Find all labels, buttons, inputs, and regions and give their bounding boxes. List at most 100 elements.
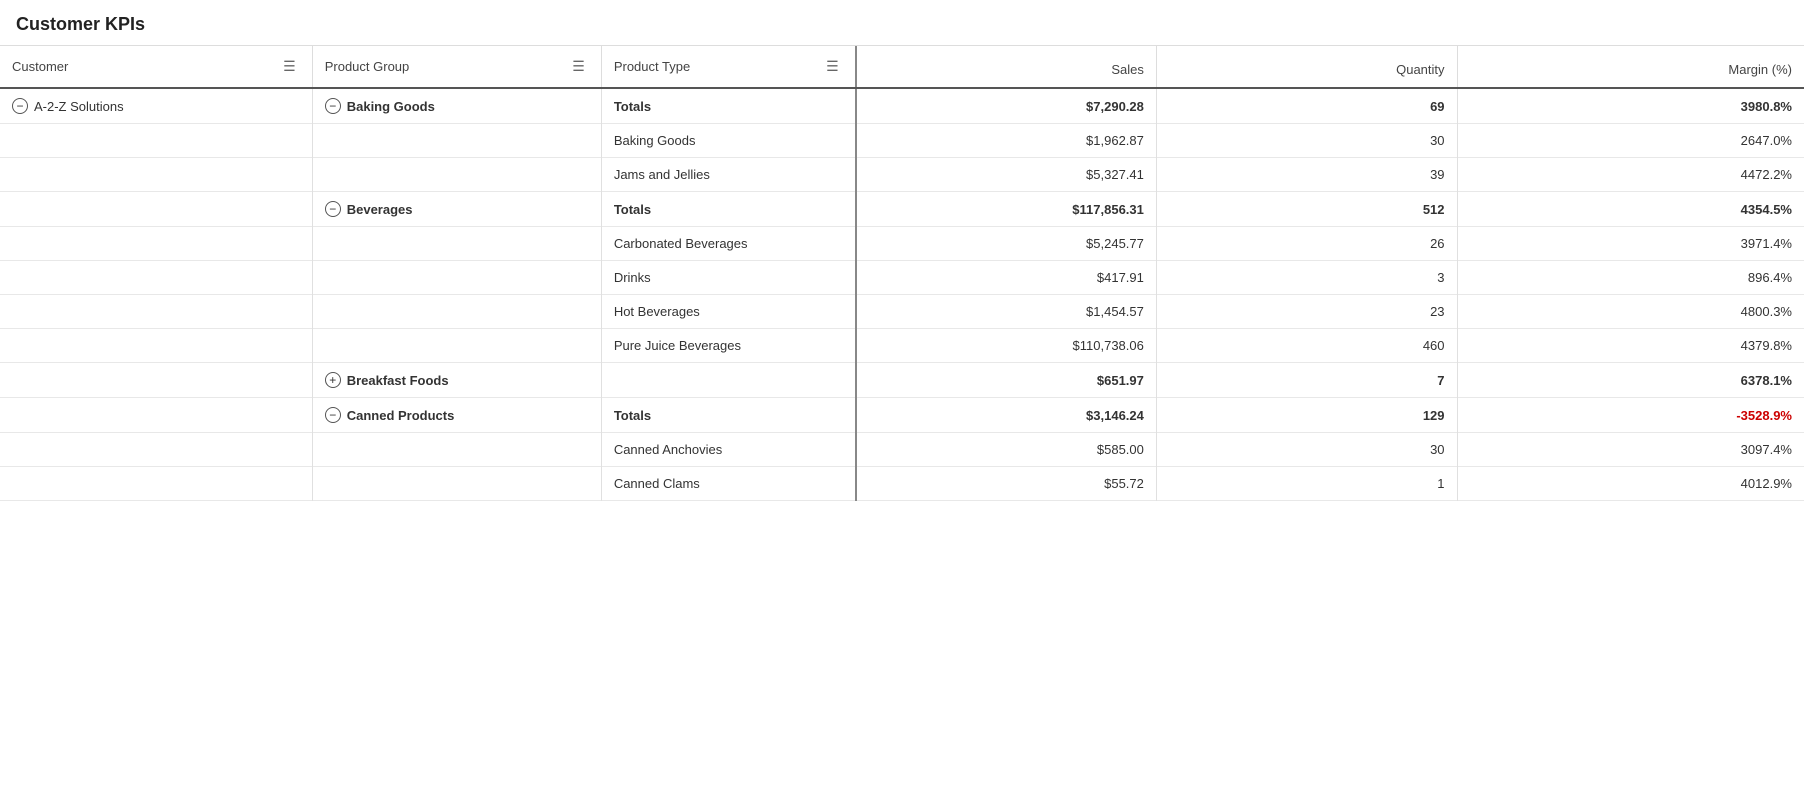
table-row: Carbonated Beverages$5,245.77263971.4%: [0, 227, 1804, 261]
cell-customer: [0, 124, 312, 158]
cell-product-group: [312, 433, 601, 467]
table-row: Canned Clams$55.7214012.9%: [0, 467, 1804, 501]
cell-product-type: Totals: [601, 398, 855, 433]
collapse-pg-icon[interactable]: −: [325, 407, 341, 423]
cell-quantity: 3: [1156, 261, 1457, 295]
product-group-name: Baking Goods: [347, 99, 435, 114]
cell-product-group: −Canned Products: [312, 398, 601, 433]
cell-sales: $3,146.24: [856, 398, 1157, 433]
customer-menu-icon[interactable]: ☰: [279, 56, 300, 77]
cell-product-group: −Baking Goods: [312, 88, 601, 124]
col-header-margin: Margin (%): [1457, 46, 1804, 88]
cell-quantity: 1: [1156, 467, 1457, 501]
cell-quantity: 7: [1156, 363, 1457, 398]
cell-product-group: −Beverages: [312, 192, 601, 227]
cell-customer: [0, 261, 312, 295]
cell-product-group: [312, 124, 601, 158]
cell-product-type: Baking Goods: [601, 124, 855, 158]
cell-sales: $110,738.06: [856, 329, 1157, 363]
cell-product-type: Totals: [601, 192, 855, 227]
col-header-sales: Sales: [856, 46, 1157, 88]
cell-quantity: 512: [1156, 192, 1457, 227]
cell-margin: 3971.4%: [1457, 227, 1804, 261]
cell-product-type: Hot Beverages: [601, 295, 855, 329]
cell-sales: $5,327.41: [856, 158, 1157, 192]
cell-quantity: 460: [1156, 329, 1457, 363]
cell-sales: $651.97: [856, 363, 1157, 398]
cell-customer: [0, 398, 312, 433]
table-row: −A-2-Z Solutions−Baking GoodsTotals$7,29…: [0, 88, 1804, 124]
cell-product-type: Canned Anchovies: [601, 433, 855, 467]
table-row: −BeveragesTotals$117,856.315124354.5%: [0, 192, 1804, 227]
cell-customer: [0, 295, 312, 329]
cell-margin: 4472.2%: [1457, 158, 1804, 192]
cell-margin: 3980.8%: [1457, 88, 1804, 124]
cell-product-group: [312, 261, 601, 295]
cell-product-type: Jams and Jellies: [601, 158, 855, 192]
cell-customer: [0, 227, 312, 261]
table-row: Drinks$417.913896.4%: [0, 261, 1804, 295]
cell-sales: $1,962.87: [856, 124, 1157, 158]
collapse-pg-icon[interactable]: −: [325, 201, 341, 217]
cell-sales: $5,245.77: [856, 227, 1157, 261]
cell-product-type: Pure Juice Beverages: [601, 329, 855, 363]
page-title: Customer KPIs: [0, 0, 1804, 45]
cell-customer: [0, 363, 312, 398]
cell-margin: 6378.1%: [1457, 363, 1804, 398]
cell-quantity: 30: [1156, 124, 1457, 158]
cell-sales: $585.00: [856, 433, 1157, 467]
cell-margin: -3528.9%: [1457, 398, 1804, 433]
cell-product-group: + Breakfast Foods: [312, 363, 601, 398]
cell-product-group: [312, 329, 601, 363]
cell-sales: $1,454.57: [856, 295, 1157, 329]
table-row: Pure Juice Beverages$110,738.064604379.8…: [0, 329, 1804, 363]
cell-sales: $55.72: [856, 467, 1157, 501]
cell-sales: $117,856.31: [856, 192, 1157, 227]
cell-product-group: [312, 467, 601, 501]
cell-product-group: [312, 158, 601, 192]
cell-quantity: 30: [1156, 433, 1457, 467]
product-group-name: Breakfast Foods: [347, 373, 449, 388]
cell-customer: [0, 158, 312, 192]
expand-pg-icon[interactable]: +: [325, 372, 341, 388]
cell-customer: [0, 329, 312, 363]
product-group-name: Canned Products: [347, 408, 455, 423]
table-row: + Breakfast Foods $651.9776378.1%: [0, 363, 1804, 398]
cell-quantity: 26: [1156, 227, 1457, 261]
table-row: −Canned ProductsTotals$3,146.24129-3528.…: [0, 398, 1804, 433]
col-header-product-group[interactable]: Product Group ☰: [312, 46, 601, 88]
cell-quantity: 69: [1156, 88, 1457, 124]
cell-quantity: 39: [1156, 158, 1457, 192]
table-row: Jams and Jellies$5,327.41394472.2%: [0, 158, 1804, 192]
collapse-icon[interactable]: −: [12, 98, 28, 114]
cell-margin: 2647.0%: [1457, 124, 1804, 158]
cell-margin: 3097.4%: [1457, 433, 1804, 467]
product-type-menu-icon[interactable]: ☰: [822, 56, 843, 77]
cell-margin: 4800.3%: [1457, 295, 1804, 329]
product-group-menu-icon[interactable]: ☰: [568, 56, 589, 77]
cell-quantity: 129: [1156, 398, 1457, 433]
cell-margin: 4354.5%: [1457, 192, 1804, 227]
data-table: Customer ☰ Product Group ☰ Product Type …: [0, 45, 1804, 501]
cell-margin: 4379.8%: [1457, 329, 1804, 363]
cell-customer: [0, 192, 312, 227]
product-group-name: Beverages: [347, 202, 413, 217]
cell-product-group: [312, 227, 601, 261]
customer-name: A-2-Z Solutions: [34, 99, 124, 114]
cell-product-group: [312, 295, 601, 329]
cell-customer: −A-2-Z Solutions: [0, 88, 312, 124]
cell-product-type: Carbonated Beverages: [601, 227, 855, 261]
col-header-quantity: Quantity: [1156, 46, 1457, 88]
cell-product-type: Drinks: [601, 261, 855, 295]
cell-sales: $417.91: [856, 261, 1157, 295]
cell-product-type: Canned Clams: [601, 467, 855, 501]
col-header-product-type[interactable]: Product Type ☰: [601, 46, 855, 88]
cell-margin: 896.4%: [1457, 261, 1804, 295]
collapse-pg-icon[interactable]: −: [325, 98, 341, 114]
cell-customer: [0, 433, 312, 467]
cell-margin: 4012.9%: [1457, 467, 1804, 501]
cell-product-type: [601, 363, 855, 398]
col-header-customer[interactable]: Customer ☰: [0, 46, 312, 88]
cell-customer: [0, 467, 312, 501]
table-row: Baking Goods$1,962.87302647.0%: [0, 124, 1804, 158]
